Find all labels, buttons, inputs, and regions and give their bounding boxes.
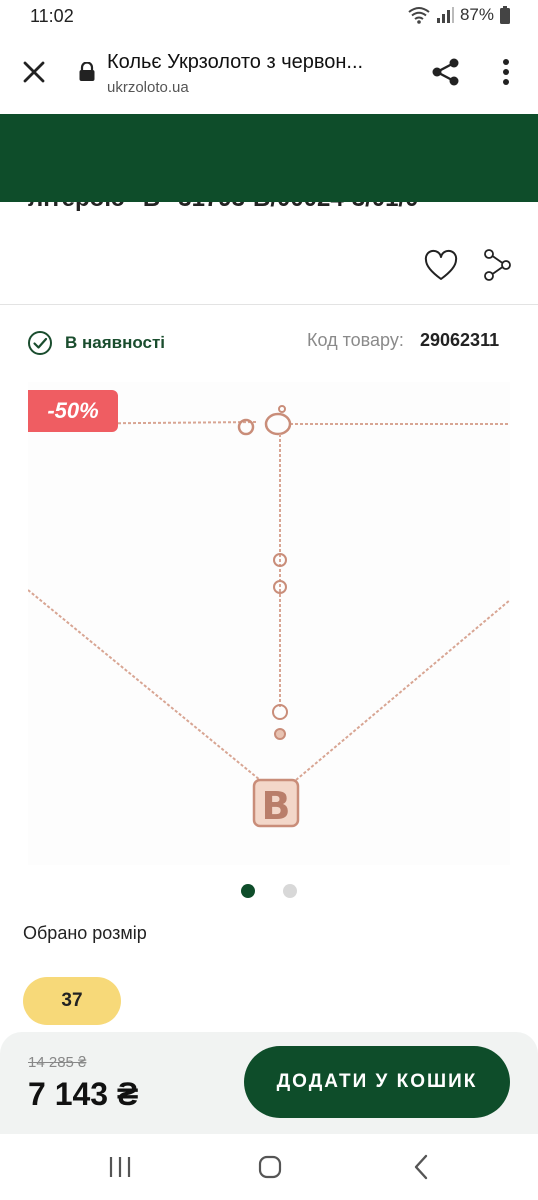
close-icon[interactable] [18,56,50,88]
current-price: 7 143 ₴ [28,1076,139,1112]
product-image[interactable]: В [28,382,510,865]
logo-line-1: УКР [247,138,291,157]
lock-icon [79,62,95,81]
home-icon[interactable] [257,1154,283,1180]
product-code-value: 29062311 [420,330,500,350]
signal-icon [436,7,454,23]
shopping-bag-icon[interactable] [470,141,498,173]
status-time: 11:02 [30,6,74,26]
heart-icon[interactable] [424,249,458,283]
more-vert-icon[interactable] [494,56,518,88]
gallery-dot[interactable] [283,884,297,898]
site-logo[interactable]: УКР ЗОЛОТО [207,134,331,180]
share-icon[interactable] [430,56,462,88]
gallery-dot-active[interactable] [241,884,255,898]
page-url[interactable]: ukrzoloto.ua [107,79,189,96]
system-nav-bar [0,1134,538,1200]
old-price: 14 285 ₴ [28,1054,87,1071]
add-to-cart-button[interactable]: ДОДАТИ У КОШИК [244,1046,510,1118]
recent-apps-icon[interactable] [107,1154,133,1180]
page-title[interactable]: Кольє Укрзолото з червон... [107,51,407,74]
hamburger-menu-icon[interactable] [27,148,63,170]
browser-toolbar: Кольє Укрзолото з червон... ukrzoloto.ua [0,34,538,114]
size-option[interactable]: 37 [23,977,121,1025]
battery-icon [500,6,510,24]
status-icons: 87% [408,5,510,25]
pendant-letter: В [262,784,291,828]
status-bar: 11:02 87% [0,0,538,34]
necklace-illustration: В [28,405,510,828]
size-label: Обрано розмір [23,923,147,943]
search-icon[interactable] [410,142,442,174]
product-title: літерою "В" 31793-В/00024-3/01/0 [28,185,419,212]
section-divider [0,304,538,305]
logo-line-2: ЗОЛОТО [223,156,315,176]
wifi-icon [408,7,430,24]
share-nodes-icon[interactable] [482,248,512,282]
product-code-label: Код товару: [307,330,404,350]
availability-status: В наявності [65,333,166,352]
check-circle-icon [28,331,52,355]
discount-badge: -50% [28,390,118,432]
battery-percent: 87% [459,5,494,24]
back-icon[interactable] [410,1154,432,1180]
